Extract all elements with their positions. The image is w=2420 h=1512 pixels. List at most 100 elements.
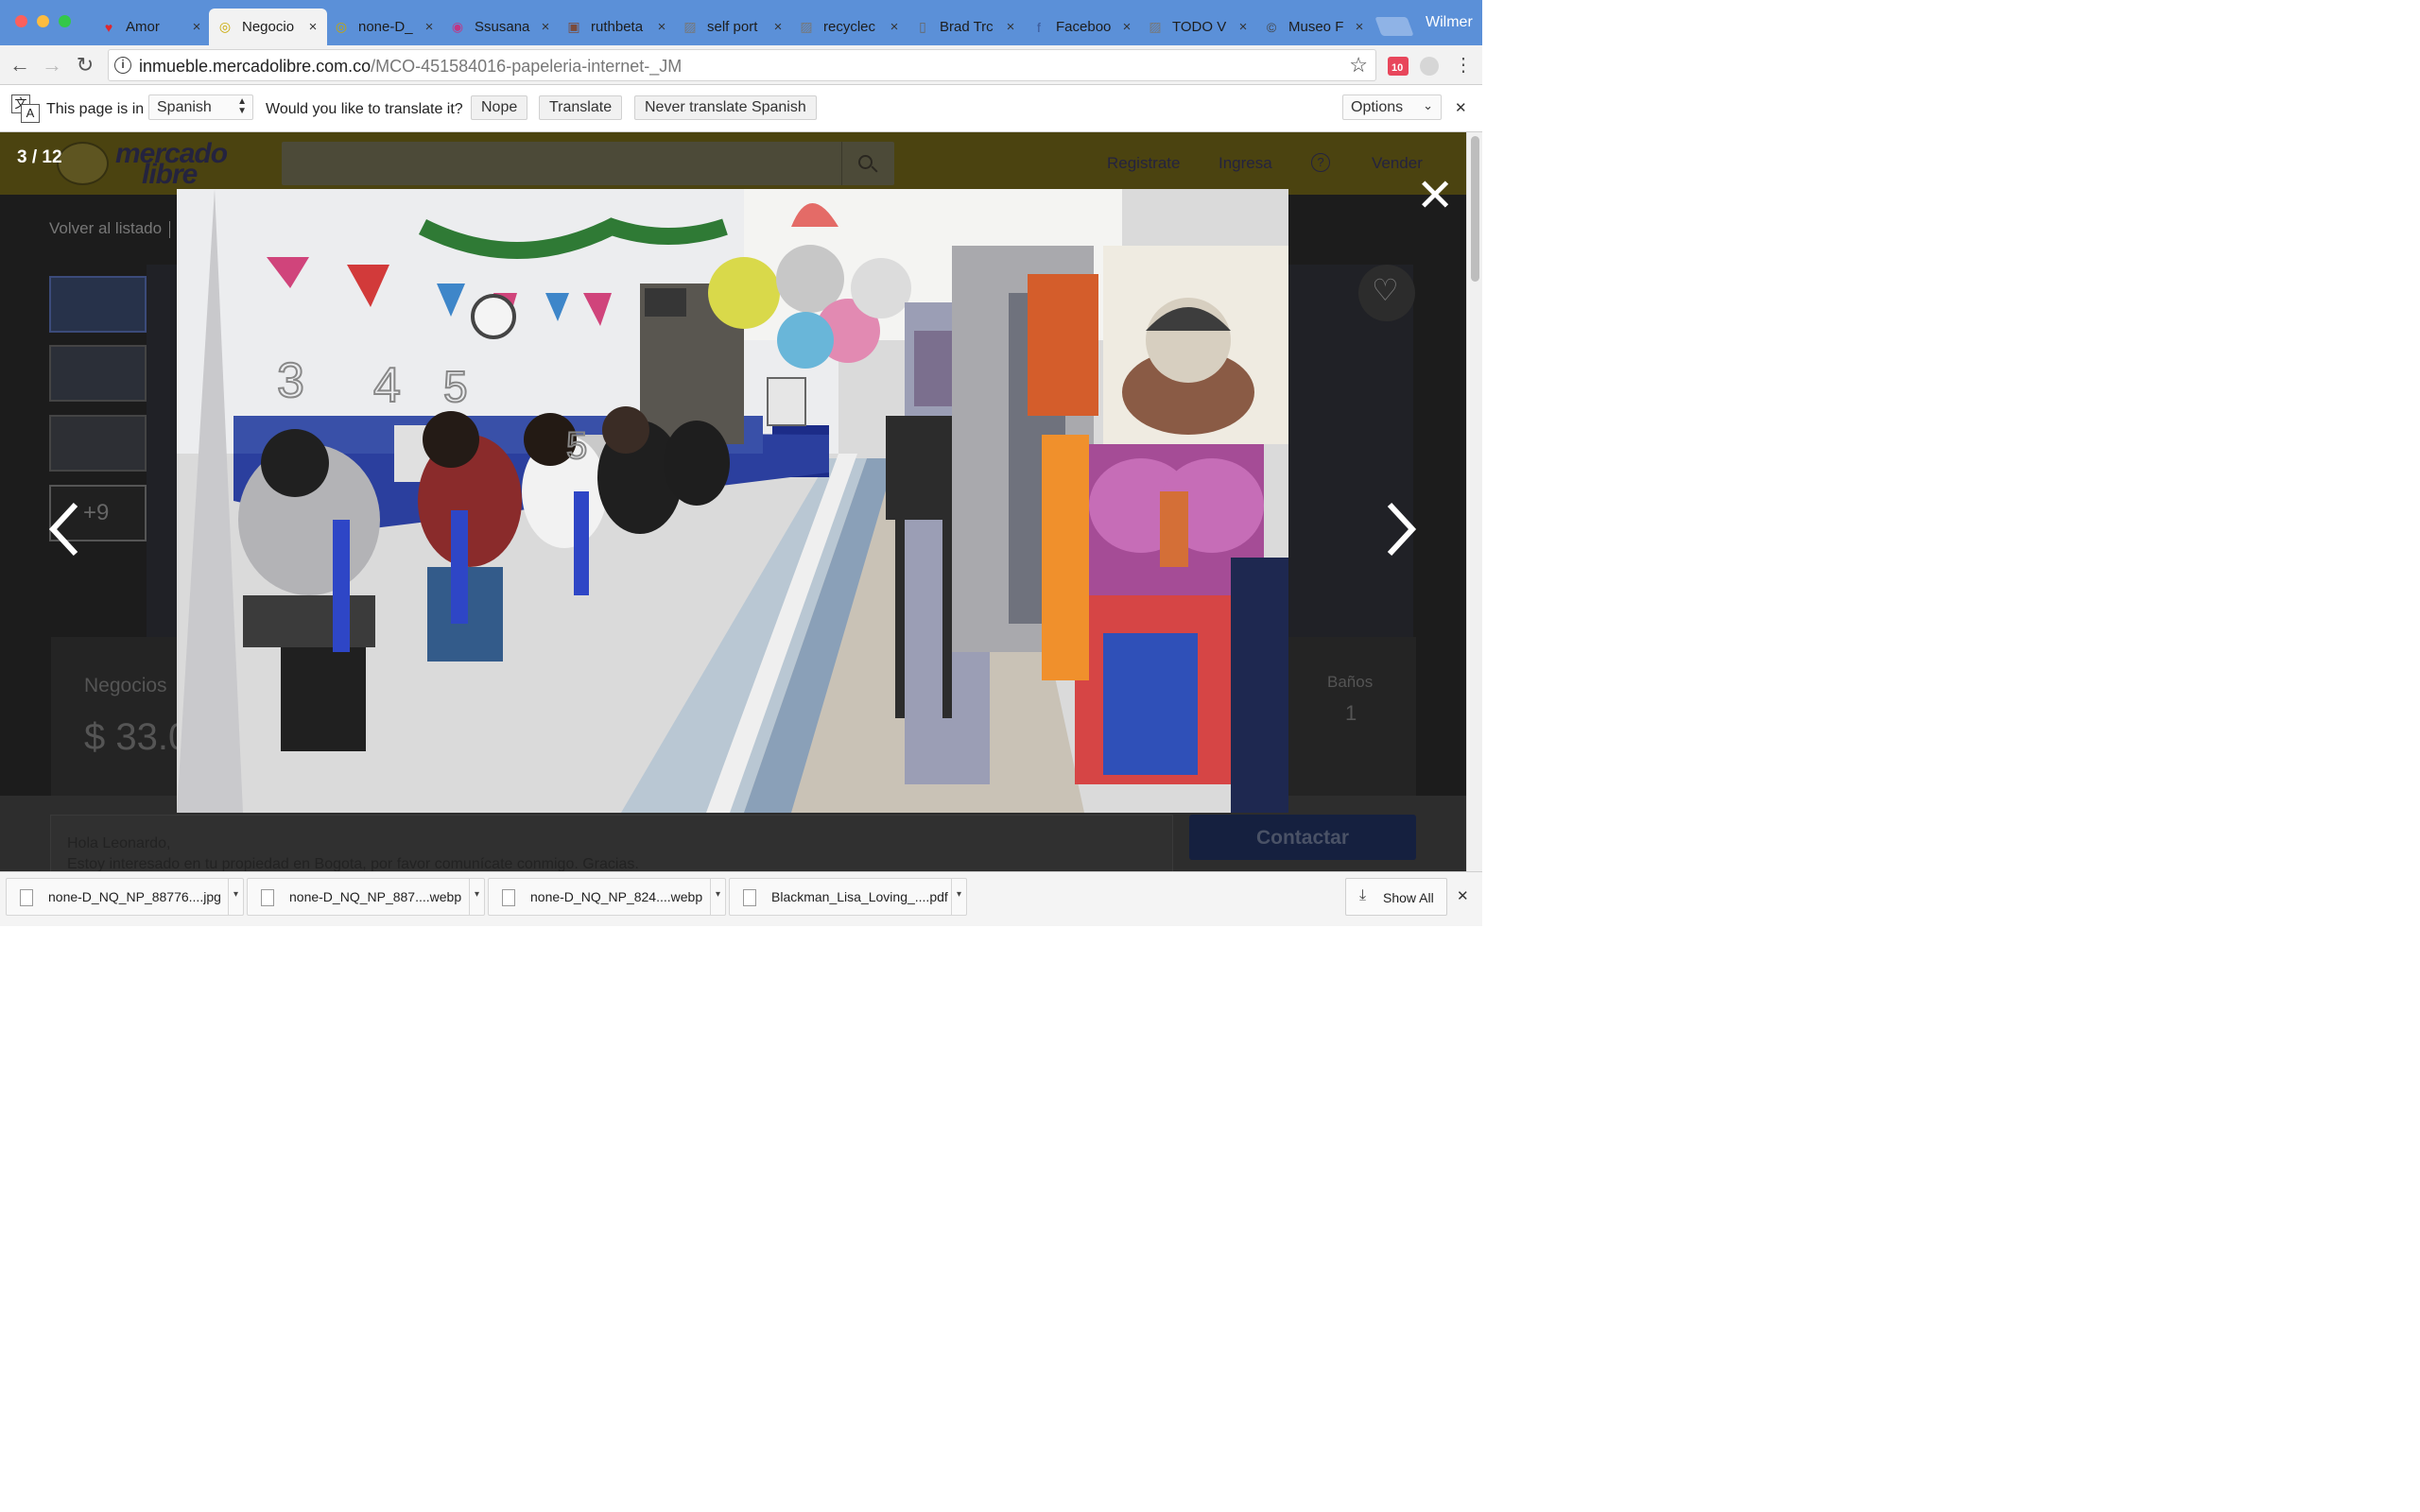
close-tab-icon[interactable]: × bbox=[771, 19, 785, 35]
download-options-chevron-icon[interactable]: ▾ bbox=[951, 879, 966, 915]
nav-vender[interactable]: Vender bbox=[1372, 154, 1423, 173]
close-tab-icon[interactable]: × bbox=[190, 19, 203, 35]
page-scrollbar[interactable] bbox=[1466, 132, 1482, 873]
info-icon[interactable]: i bbox=[114, 57, 131, 74]
url-host: inmueble.mercadolibre.com.co bbox=[139, 57, 372, 76]
language-select-value: Spanish bbox=[157, 99, 212, 115]
close-tab-icon[interactable]: × bbox=[1120, 19, 1133, 35]
tab-title: recyclec bbox=[823, 19, 876, 35]
extension-icon[interactable]: 10 bbox=[1388, 57, 1409, 76]
browser-tab[interactable]: ▨ recyclec × bbox=[790, 9, 908, 45]
translate-button[interactable]: Translate bbox=[539, 95, 623, 120]
close-tab-icon[interactable]: × bbox=[539, 19, 552, 35]
nope-button[interactable]: Nope bbox=[471, 95, 528, 120]
close-lightbox-icon[interactable]: ✕ bbox=[1416, 174, 1454, 219]
contact-button-label: Contactar bbox=[1255, 827, 1350, 849]
ml-logo[interactable]: mercado libre bbox=[57, 138, 228, 190]
tab-title: Ssusana bbox=[475, 19, 530, 35]
favorite-button[interactable]: ♡ bbox=[1358, 265, 1415, 321]
url-text[interactable]: inmueble.mercadolibre.com.co/MCO-4515840… bbox=[139, 57, 682, 77]
scrollbar-thumb[interactable] bbox=[1471, 136, 1479, 282]
back-button[interactable]: ← bbox=[8, 53, 32, 77]
download-options-chevron-icon[interactable]: ▾ bbox=[710, 879, 725, 915]
never-translate-button[interactable]: Never translate Spanish bbox=[634, 95, 817, 120]
close-downloads-bar-icon[interactable]: ✕ bbox=[1457, 887, 1469, 904]
copyright-icon: © bbox=[1266, 19, 1277, 35]
banos-value: 1 bbox=[1345, 701, 1357, 725]
close-tab-icon[interactable]: × bbox=[1353, 19, 1366, 35]
browser-tab[interactable]: ▨ self port × bbox=[674, 9, 792, 45]
zoom-window-button[interactable] bbox=[59, 15, 71, 27]
bookmark-star-icon[interactable]: ☆ bbox=[1349, 53, 1368, 77]
tab-title: Amor bbox=[126, 19, 160, 35]
extension-icon-2[interactable] bbox=[1420, 57, 1439, 76]
help-icon[interactable]: ? bbox=[1311, 153, 1330, 172]
extension-badge: 10 bbox=[1392, 62, 1404, 74]
more-photos-count: +9 bbox=[83, 500, 110, 525]
close-window-button[interactable] bbox=[15, 15, 27, 27]
browser-tab[interactable]: ♥ Amor × bbox=[93, 9, 211, 45]
minimize-window-button[interactable] bbox=[37, 15, 49, 27]
translate-bar: 文 A This page is in Spanish ▲▼ Would you… bbox=[0, 85, 1482, 132]
tab-title: self port bbox=[707, 19, 758, 35]
browser-tab[interactable]: ▯ Brad Trc × bbox=[907, 9, 1025, 45]
profile-name[interactable]: Wilmer bbox=[1426, 14, 1473, 31]
tab-title: ruthbeta bbox=[591, 19, 644, 35]
search-input[interactable] bbox=[282, 142, 894, 185]
image-icon: ▨ bbox=[683, 19, 697, 34]
desk-number-3: 3 bbox=[277, 353, 304, 408]
browser-tab[interactable]: ◎ Negocio × bbox=[209, 9, 327, 45]
tab-title: none-D_ bbox=[358, 19, 413, 35]
browser-tab[interactable]: ▨ TODO V × bbox=[1139, 9, 1257, 45]
tab-title: Negocio bbox=[242, 19, 295, 35]
forward-button[interactable]: → bbox=[40, 53, 64, 77]
nav-ingresa[interactable]: Ingresa bbox=[1219, 154, 1272, 173]
document-icon: ▯ bbox=[919, 19, 926, 34]
download-filename: none-D_NQ_NP_88776....jpg bbox=[48, 889, 221, 904]
contact-button[interactable]: Contactar bbox=[1189, 815, 1416, 860]
browser-tab[interactable]: ◉ Ssusana × bbox=[441, 9, 560, 45]
close-tab-icon[interactable]: × bbox=[423, 19, 436, 35]
instagram-icon: ◉ bbox=[451, 19, 464, 34]
browser-tab[interactable]: f Faceboo × bbox=[1023, 9, 1141, 45]
browser-tab[interactable]: © Museo F × bbox=[1255, 9, 1374, 45]
close-tab-icon[interactable]: × bbox=[1004, 19, 1017, 35]
download-item[interactable]: none-D_NQ_NP_88776....jpg ▾ bbox=[6, 878, 244, 916]
back-to-listing-link[interactable]: Volver al listado bbox=[49, 219, 162, 238]
search-button[interactable] bbox=[841, 142, 894, 185]
listing-category: Negocios bbox=[84, 675, 167, 696]
store-interior-illustration: 3 4 5 5 bbox=[177, 189, 1288, 813]
next-photo-arrow-icon[interactable] bbox=[1384, 501, 1418, 558]
url-path: /MCO-451584016-papeleria-internet-_JM bbox=[371, 57, 683, 76]
menu-icon[interactable]: ⋮ bbox=[1454, 53, 1473, 77]
options-select[interactable]: Options ⌄ bbox=[1342, 94, 1442, 120]
close-tab-icon[interactable]: × bbox=[1236, 19, 1250, 35]
close-translate-bar-icon[interactable]: ✕ bbox=[1455, 99, 1467, 116]
download-item[interactable]: Blackman_Lisa_Loving_....pdf ▾ bbox=[729, 878, 967, 916]
browser-tab[interactable]: ▣ ruthbeta × bbox=[558, 9, 676, 45]
show-all-downloads-button[interactable]: ⤓ Show All bbox=[1345, 878, 1447, 916]
nav-registrate[interactable]: Registrate bbox=[1107, 154, 1180, 173]
language-select[interactable]: Spanish ▲ ▼ bbox=[148, 94, 253, 120]
reload-button[interactable]: ↻ bbox=[73, 53, 97, 77]
close-tab-icon[interactable]: × bbox=[306, 19, 320, 35]
download-arrow-icon: ⤓ bbox=[1359, 887, 1367, 903]
previous-photo-arrow-icon[interactable] bbox=[47, 501, 81, 558]
browser-tab[interactable]: ◎ none-D_ × bbox=[325, 9, 443, 45]
thumbnail-1[interactable] bbox=[49, 276, 147, 333]
desk-number-5b: 5 bbox=[566, 425, 587, 467]
desk-number-4: 4 bbox=[373, 358, 401, 413]
download-options-chevron-icon[interactable]: ▾ bbox=[228, 879, 243, 915]
download-item[interactable]: none-D_NQ_NP_887....webp ▾ bbox=[247, 878, 485, 916]
address-bar[interactable]: i inmueble.mercadolibre.com.co/MCO-45158… bbox=[108, 49, 1376, 81]
close-tab-icon[interactable]: × bbox=[655, 19, 668, 35]
translate-question: Would you like to translate it? bbox=[266, 101, 463, 117]
thumbnail-3[interactable] bbox=[49, 415, 147, 472]
download-item[interactable]: none-D_NQ_NP_824....webp ▾ bbox=[488, 878, 726, 916]
options-label: Options bbox=[1351, 99, 1404, 115]
download-options-chevron-icon[interactable]: ▾ bbox=[469, 879, 484, 915]
thumbnail-2[interactable] bbox=[49, 345, 147, 402]
close-tab-icon[interactable]: × bbox=[888, 19, 901, 35]
message-textarea[interactable]: Hola Leonardo, Estoy interesado en tu pr… bbox=[50, 815, 1173, 873]
new-tab-button[interactable] bbox=[1374, 17, 1414, 36]
